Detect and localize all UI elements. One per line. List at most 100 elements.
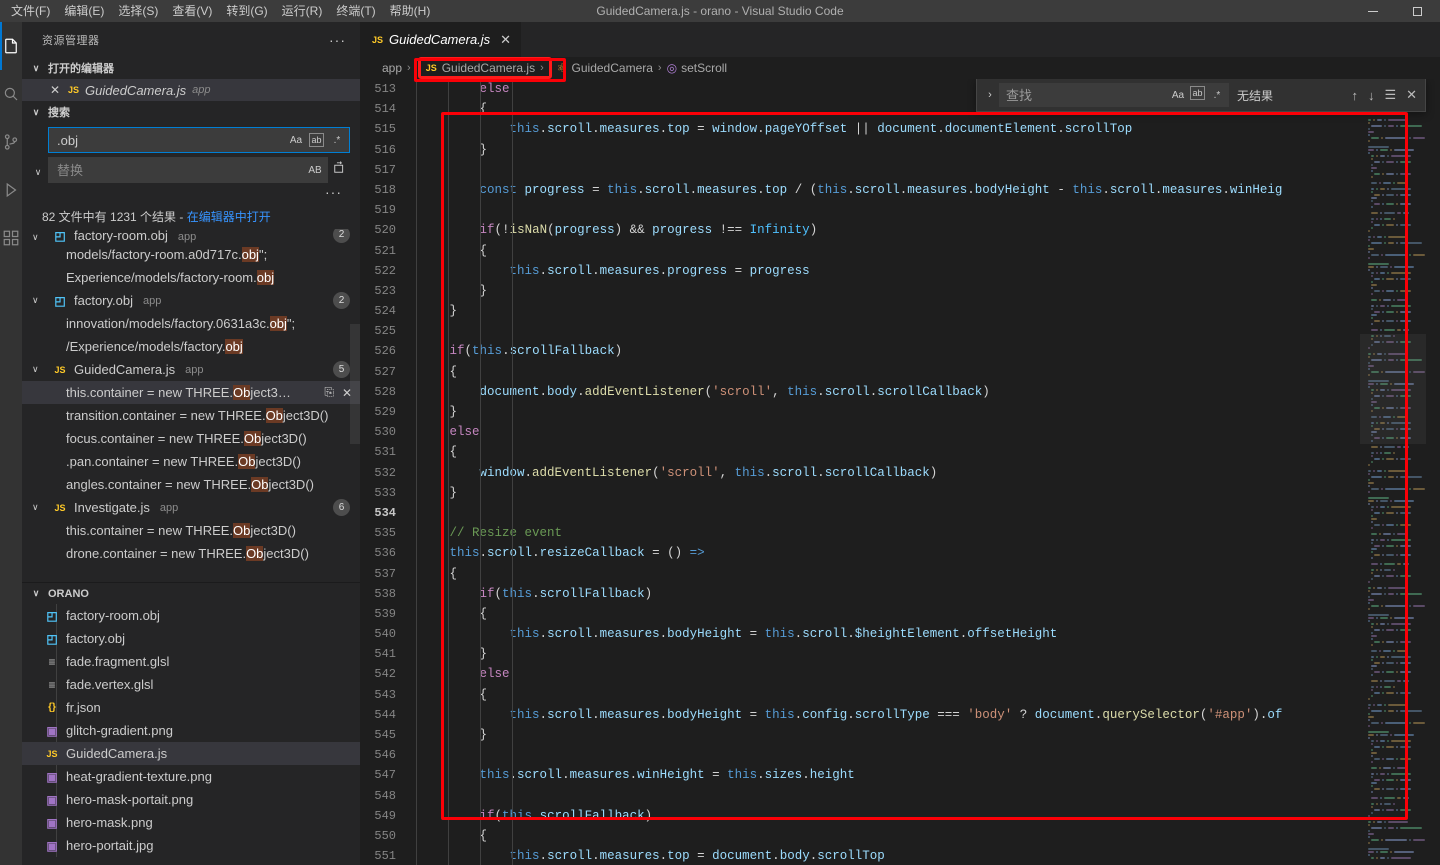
activity-source-control[interactable] [0,118,22,166]
code-line[interactable]: { [412,826,1440,846]
file-tree-item[interactable]: ≡fade.fragment.glsl [22,650,360,673]
file-tree-item[interactable]: ≡fade.vertex.glsl [22,673,360,696]
code-line[interactable]: } [412,483,1440,503]
code-line[interactable]: this.scroll.measures.progress = progress [412,261,1440,281]
close-icon[interactable]: ✕ [50,83,62,97]
search-results-tree[interactable]: ∨◰factory-room.objapp2models/factory-roo… [22,229,360,584]
menu-run[interactable]: 运行(R) [275,0,330,22]
file-tree-item[interactable]: JSGuidedCamera.js [22,742,360,765]
file-tree-item[interactable]: ◰factory-room.obj [22,604,360,627]
search-more-actions[interactable]: ··· [30,187,350,203]
code-line[interactable]: else [412,422,1440,442]
menu-file[interactable]: 文件(F) [4,0,57,22]
search-result-match-row[interactable]: Experience/models/factory-room.obj [22,266,360,289]
close-icon[interactable]: ✕ [1406,87,1417,103]
menu-help[interactable]: 帮助(H) [383,0,438,22]
code-line[interactable]: { [412,241,1440,261]
code-line[interactable]: { [412,564,1440,584]
editor-vertical-scrollbar[interactable] [1426,79,1440,865]
search-result-match-row[interactable]: models/factory-room.a0d717c.obj"; [22,243,360,266]
code-line[interactable]: this.scroll.measures.bodyHeight = this.s… [412,624,1440,644]
breadcrumb-item-file[interactable]: JS GuidedCamera.js › [418,57,552,79]
search-result-match-row[interactable]: transition.container = new THREE.Object3… [22,404,360,427]
code-line[interactable] [412,503,1440,523]
chevron-down-icon[interactable]: ∨ [32,502,39,513]
sidebar-more-actions-icon[interactable]: ··· [329,32,346,48]
use-regex-icon[interactable]: .* [1208,86,1226,104]
search-results-scrollbar[interactable] [350,324,360,444]
code-line[interactable]: } [412,644,1440,664]
code-line[interactable]: this.scroll.measures.winHeight = this.si… [412,765,1440,785]
file-tree-item[interactable]: ▣glitch-gradient.png [22,719,360,742]
open-in-editor-link[interactable]: 在编辑器中打开 [187,210,271,224]
menu-selection[interactable]: 选择(S) [111,0,165,22]
search-result-file-row[interactable]: ∨◰factory.objapp2 [22,289,360,312]
preserve-case-icon[interactable]: AB [306,161,324,179]
code-line[interactable]: this.scroll.measures.top = document.body… [412,846,1440,865]
chevron-down-icon[interactable]: ∨ [32,364,39,375]
code-line[interactable]: if(this.scrollFallback) [412,806,1440,826]
find-previous-icon[interactable]: ↑ [1351,88,1358,103]
menu-go[interactable]: 转到(G) [219,0,274,22]
code-line[interactable]: document.body.addEventListener('scroll',… [412,382,1440,402]
file-tree-item[interactable]: ▣heat-gradient-texture.png [22,765,360,788]
maximize-button[interactable] [1395,0,1440,22]
replace-input[interactable] [48,157,328,183]
minimap-slider[interactable] [1360,334,1426,444]
file-tree-item[interactable]: ▣hero-portait.jpg [22,834,360,857]
match-case-icon[interactable]: Aa [287,131,305,149]
whole-word-icon[interactable]: ab [1190,86,1205,100]
tab-guidedcamera-js[interactable]: JS GuidedCamera.js ✕ [360,22,522,57]
use-regex-icon[interactable]: .* [328,131,346,149]
search-result-match-row[interactable]: this.container = new THREE.Object3D() [22,519,360,542]
whole-word-icon[interactable]: ab [309,133,324,147]
find-widget[interactable]: › Aa ab .* 无结果 ↑ ↓ ☰ ✕ [976,79,1426,112]
search-result-file-row[interactable]: ∨JSInvestigate.jsapp6 [22,496,360,519]
menu-terminal[interactable]: 终端(T) [329,0,382,22]
code-line[interactable] [412,745,1440,765]
code-line[interactable]: const progress = this.scroll.measures.to… [412,180,1440,200]
menu-bar[interactable]: 文件(F)编辑(E)选择(S)查看(V)转到(G)运行(R)终端(T)帮助(H) [0,0,437,22]
code-line[interactable]: window.addEventListener('scroll', this.s… [412,463,1440,483]
chevron-down-icon[interactable]: ∨ [32,295,39,306]
code-line[interactable]: if(this.scrollFallback) [412,341,1440,361]
project-file-tree[interactable]: ◰factory-room.obj◰factory.obj≡fade.fragm… [22,604,360,857]
menu-edit[interactable]: 编辑(E) [57,0,111,22]
toggle-replace-icon[interactable] [30,127,46,137]
search-result-file-row[interactable]: ∨◰factory-room.objapp2 [22,229,360,243]
code-line[interactable]: } [412,725,1440,745]
search-result-match-row[interactable]: focus.container = new THREE.Object3D() [22,427,360,450]
code-line[interactable]: { [412,685,1440,705]
activity-explorer[interactable] [0,22,22,70]
activity-search[interactable] [0,70,22,118]
code-line[interactable] [412,786,1440,806]
code-line[interactable]: if(this.scrollFallback) [412,584,1440,604]
search-result-match-row[interactable]: innovation/models/factory.0631a3c.obj"; [22,312,360,335]
code-line[interactable]: } [412,402,1440,422]
replace-all-icon[interactable] [330,157,350,177]
code-line[interactable]: if(!isNaN(progress) && progress !== Infi… [412,220,1440,240]
code-line[interactable]: this.scroll.measures.top = window.pageYO… [412,119,1440,139]
match-case-icon[interactable]: Aa [1169,86,1187,104]
code-editor[interactable]: 5135145155165175185195205215225235245255… [360,79,1440,865]
open-editor-item[interactable]: ✕ JS GuidedCamera.js app [22,79,360,101]
section-search[interactable]: ∨ 搜索 [22,101,360,123]
code-content[interactable]: else { this.scroll.measures.top = window… [412,79,1440,865]
search-result-file-row[interactable]: ∨JSGuidedCamera.jsapp5 [22,358,360,381]
chevron-down-icon[interactable]: ∨ [30,157,46,178]
activity-extensions[interactable] [0,214,22,262]
code-line[interactable]: } [412,140,1440,160]
chevron-down-icon[interactable]: ∨ [32,232,39,243]
code-line[interactable]: this.scroll.measures.bodyHeight = this.c… [412,705,1440,725]
find-next-icon[interactable]: ↓ [1368,88,1375,103]
search-result-match-row[interactable]: /Experience/models/factory.obj [22,335,360,358]
activity-run-debug[interactable] [0,166,22,214]
close-icon[interactable]: ✕ [500,32,511,48]
find-in-selection-icon[interactable]: ☰ [1384,87,1396,103]
search-result-match-row[interactable]: angles.container = new THREE.Object3D() [22,473,360,496]
file-tree-item[interactable]: {}fr.json [22,696,360,719]
code-line[interactable]: } [412,301,1440,321]
code-line[interactable]: { [412,362,1440,382]
minimize-button[interactable] [1350,0,1395,22]
replace-icon[interactable]: ⎘ [324,385,334,400]
